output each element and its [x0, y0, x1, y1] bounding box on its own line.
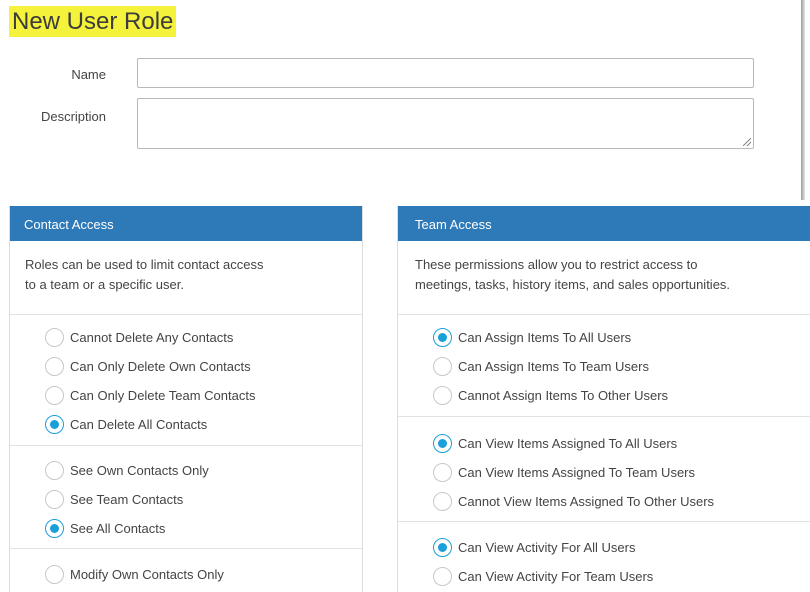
team-access-description: These permissions allow you to restrict … — [398, 241, 810, 315]
option-delete-own[interactable]: Can Only Delete Own Contacts — [10, 352, 362, 381]
option-view-items-none[interactable]: Cannot View Items Assigned To Other User… — [398, 487, 810, 516]
option-label: Can Only Delete Own Contacts — [70, 359, 251, 374]
option-delete-team[interactable]: Can Only Delete Team Contacts — [10, 381, 362, 410]
contact-access-description: Roles can be used to limit contact acces… — [10, 241, 362, 315]
view-activity-permissions-group: Can View Activity For All Users Can View… — [398, 522, 810, 592]
radio-button-icon[interactable] — [433, 538, 452, 557]
radio-button-icon[interactable] — [45, 386, 64, 405]
contact-access-panel: Contact Access Roles can be used to limi… — [9, 206, 363, 592]
team-access-panel: Team Access These permissions allow you … — [397, 206, 810, 592]
option-label: Cannot Assign Items To Other Users — [458, 388, 669, 403]
description-textarea[interactable] — [137, 98, 754, 149]
radio-button-icon[interactable] — [45, 357, 64, 376]
radio-button-icon[interactable] — [433, 328, 452, 347]
radio-button-icon[interactable] — [433, 386, 452, 405]
radio-button-icon[interactable] — [45, 519, 64, 538]
radio-button-icon[interactable] — [433, 463, 452, 482]
option-view-activity-team[interactable]: Can View Activity For Team Users — [398, 562, 810, 591]
radio-button-icon[interactable] — [433, 357, 452, 376]
assign-permissions-group: Can Assign Items To All Users Can Assign… — [398, 315, 810, 417]
name-input[interactable] — [137, 58, 754, 88]
option-assign-all[interactable]: Can Assign Items To All Users — [398, 323, 810, 352]
visibility-permissions-group: See Own Contacts Only See Team Contacts … — [10, 446, 362, 549]
view-items-permissions-group: Can View Items Assigned To All Users Can… — [398, 417, 810, 522]
contact-access-description-line2: to a team or a specific user. — [25, 277, 184, 292]
contact-access-header: Contact Access — [10, 206, 362, 241]
radio-button-icon[interactable] — [45, 415, 64, 434]
team-access-description-line2: meetings, tasks, history items, and sale… — [415, 277, 731, 292]
radio-button-icon[interactable] — [433, 492, 452, 511]
resize-grip-icon[interactable] — [743, 138, 751, 146]
option-label: Can Only Delete Team Contacts — [70, 388, 256, 403]
option-see-all[interactable]: See All Contacts — [10, 514, 362, 543]
modify-permissions-group: Modify Own Contacts Only — [10, 549, 362, 592]
option-label: See Own Contacts Only — [70, 463, 209, 478]
option-view-activity-all[interactable]: Can View Activity For All Users — [398, 533, 810, 562]
option-modify-own[interactable]: Modify Own Contacts Only — [10, 560, 362, 589]
option-label: Can View Items Assigned To Team Users — [458, 465, 696, 480]
option-label: Can Assign Items To All Users — [458, 330, 632, 345]
team-access-header: Team Access — [398, 206, 810, 241]
option-label: See Team Contacts — [70, 492, 184, 507]
delete-permissions-group: Cannot Delete Any Contacts Can Only Dele… — [10, 315, 362, 446]
option-see-team[interactable]: See Team Contacts — [10, 485, 362, 514]
option-cannot-delete-any[interactable]: Cannot Delete Any Contacts — [10, 323, 362, 352]
option-label: Can Assign Items To Team Users — [458, 359, 649, 374]
option-label: Cannot View Items Assigned To Other User… — [458, 494, 715, 509]
radio-button-icon[interactable] — [45, 490, 64, 509]
option-see-own[interactable]: See Own Contacts Only — [10, 456, 362, 485]
radio-button-icon[interactable] — [45, 328, 64, 347]
option-delete-all[interactable]: Can Delete All Contacts — [10, 410, 362, 439]
option-label: Can Delete All Contacts — [70, 417, 208, 432]
contact-access-description-line1: Roles can be used to limit contact acces… — [25, 257, 264, 272]
option-label: Cannot Delete Any Contacts — [70, 330, 234, 345]
option-label: Can View Activity For Team Users — [458, 569, 654, 584]
option-label: Can View Activity For All Users — [458, 540, 636, 555]
option-view-items-all[interactable]: Can View Items Assigned To All Users — [398, 429, 810, 458]
description-label: Description — [40, 109, 106, 124]
page-title: New User Role — [9, 6, 177, 37]
option-view-items-team[interactable]: Can View Items Assigned To Team Users — [398, 458, 810, 487]
window-edge-shadow — [801, 0, 805, 200]
option-label: Modify Own Contacts Only — [70, 567, 224, 582]
radio-button-icon[interactable] — [45, 565, 64, 584]
radio-button-icon[interactable] — [433, 567, 452, 586]
option-label: Can View Items Assigned To All Users — [458, 436, 678, 451]
team-access-description-line1: These permissions allow you to restrict … — [415, 257, 698, 272]
radio-button-icon[interactable] — [433, 434, 452, 453]
radio-button-icon[interactable] — [45, 461, 64, 480]
option-assign-none[interactable]: Cannot Assign Items To Other Users — [398, 381, 810, 410]
option-assign-team[interactable]: Can Assign Items To Team Users — [398, 352, 810, 381]
option-label: See All Contacts — [70, 521, 166, 536]
name-label: Name — [71, 67, 106, 82]
